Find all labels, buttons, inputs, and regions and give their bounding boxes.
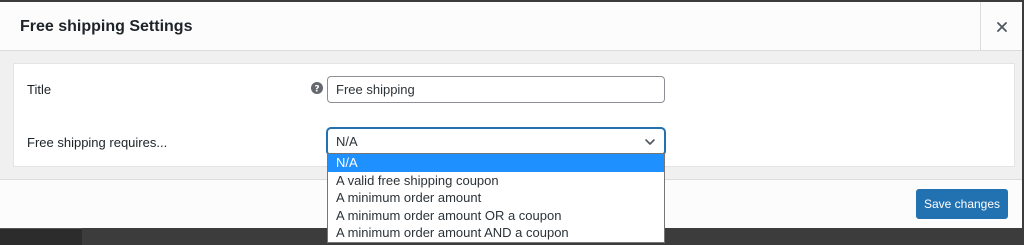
svg-text:?: ? (314, 85, 319, 95)
dropdown-option[interactable]: A valid free shipping coupon (328, 172, 664, 190)
close-icon (996, 21, 1007, 32)
save-changes-button[interactable]: Save changes (916, 189, 1008, 219)
dropdown-option[interactable]: A minimum order amount OR a coupon (328, 207, 664, 225)
requires-select[interactable]: N/A (327, 128, 665, 155)
title-label: Title (27, 82, 52, 97)
requires-dropdown-list: N/A A valid free shipping coupon A minim… (327, 153, 665, 243)
requires-select-value: N/A (336, 134, 358, 149)
help-icon[interactable]: ? (310, 81, 324, 95)
settings-form: Title ? Free shipping requires... N/A (13, 63, 1015, 167)
dropdown-option[interactable]: A minimum order amount AND a coupon (328, 224, 664, 242)
modal-header: Free shipping Settings (0, 2, 1022, 51)
close-button[interactable] (980, 2, 1022, 51)
modal-title: Free shipping Settings (20, 18, 193, 35)
background-panel-edge (0, 228, 82, 245)
requires-label: Free shipping requires... (27, 135, 168, 150)
title-input[interactable] (327, 76, 665, 103)
dropdown-option[interactable]: N/A (328, 154, 664, 172)
dropdown-option[interactable]: A minimum order amount (328, 189, 664, 207)
chevron-down-icon (645, 139, 655, 145)
